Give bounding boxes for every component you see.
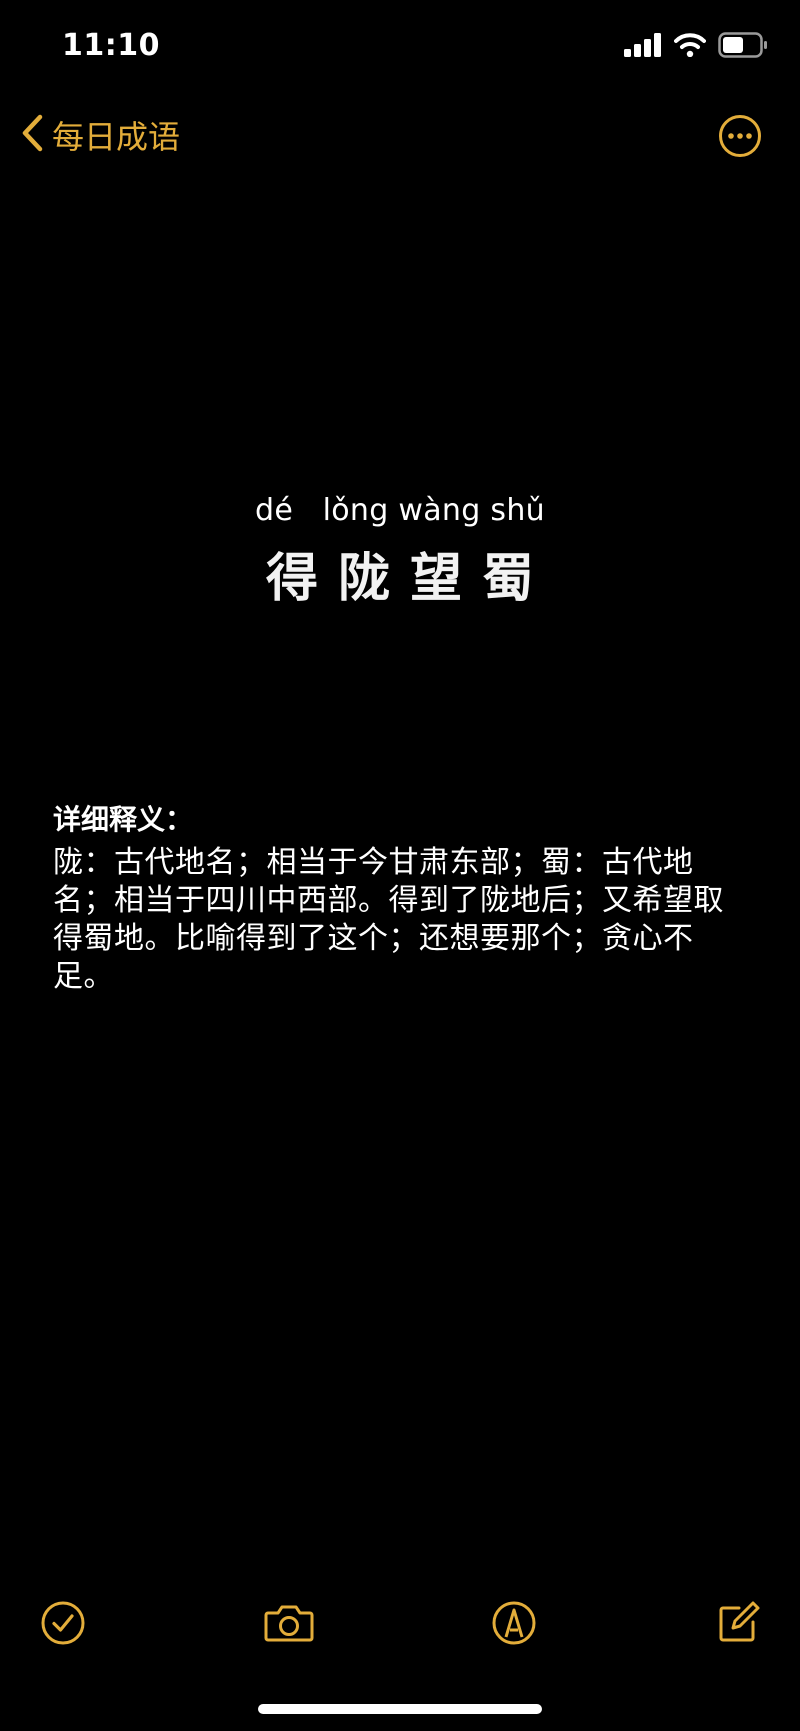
- more-button[interactable]: [718, 114, 762, 158]
- checklist-button[interactable]: [40, 1600, 86, 1646]
- home-indicator: [258, 1704, 542, 1714]
- camera-button[interactable]: [263, 1600, 314, 1646]
- battery-icon: [718, 32, 768, 62]
- checklist-icon: [40, 1601, 86, 1650]
- idiom-block: dé lǒng wàng shǔ 得陇望蜀: [0, 493, 800, 611]
- status-icons: [624, 32, 768, 62]
- markup-button[interactable]: [491, 1600, 537, 1646]
- status-bar: 11:10: [0, 0, 800, 100]
- nav-bar: 每日成语: [0, 105, 800, 165]
- markup-icon: [491, 1601, 537, 1650]
- chevron-left-icon: [20, 114, 44, 156]
- cellular-signal-icon: [624, 33, 662, 61]
- idiom-pinyin: dé lǒng wàng shǔ: [255, 493, 545, 528]
- compose-icon: [715, 1601, 761, 1650]
- definition-heading: 详细释义：: [53, 803, 194, 836]
- ellipsis-circle-icon: [718, 115, 762, 162]
- bottom-toolbar: [0, 1600, 800, 1646]
- back-button[interactable]: 每日成语: [20, 105, 180, 165]
- back-label: 每日成语: [52, 118, 181, 156]
- status-time: 11:10: [62, 28, 160, 63]
- definition-text: 陇：古代地名；相当于今甘肃东部；蜀：古代地名；相当于四川中西部。得到了陇地后；又…: [53, 845, 724, 994]
- definition-block: 详细释义： 陇：古代地名；相当于今甘肃东部；蜀：古代地名；相当于四川中西部。得到…: [53, 802, 753, 996]
- idiom-title: 得陇望蜀: [265, 549, 554, 609]
- camera-icon: [263, 1605, 315, 1650]
- compose-button[interactable]: [715, 1600, 761, 1646]
- wifi-icon: [674, 33, 706, 61]
